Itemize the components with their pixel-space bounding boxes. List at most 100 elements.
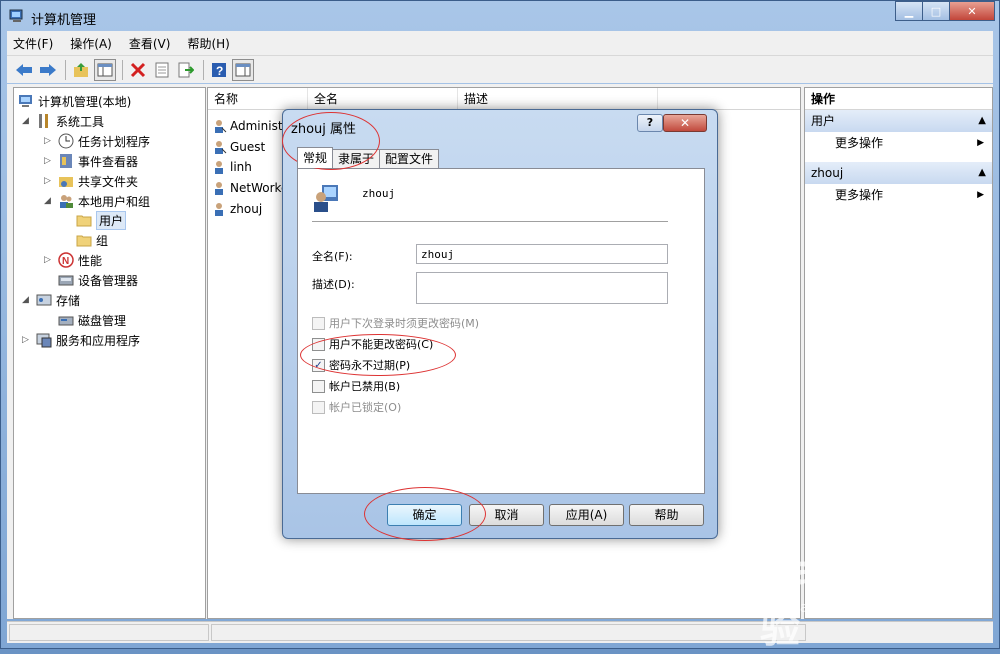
help-button[interactable]: ? [208,59,230,81]
actions-section-zhouj[interactable]: zhouj ▲ [805,162,992,184]
account-disabled-checkbox[interactable]: 帐户已禁用(B) [312,377,400,395]
delete-button[interactable] [127,59,149,81]
back-button[interactable] [13,59,35,81]
watermark-url: jingyan.baidu.com [766,600,896,616]
maximize-button[interactable]: □ [922,1,950,21]
tree-item-storage[interactable]: ◢ 存储 [22,290,80,310]
tree-item-disk-management[interactable]: 磁盘管理 [58,310,126,330]
user-properties-dialog: zhouj 属性 ? ✕ 常规 隶属于 配置文件 zhouj 全名(F): zh… [282,109,718,539]
users-icon [60,195,73,208]
folder-icon [76,235,92,247]
menu-file[interactable]: 文件(F) [13,35,53,52]
tab-general[interactable]: 常规 [297,147,334,168]
status-pane [9,624,209,641]
column-header-fullname[interactable]: 全名 [308,88,458,110]
column-header-name[interactable]: 名称 [208,88,308,110]
toolbar: ? [7,55,993,83]
list-header: 名称 全名 描述 [208,88,800,110]
menu-action[interactable]: 操作(A) [70,35,112,52]
ok-button[interactable]: 确定 [387,504,462,526]
list-item-label: zhouj [230,202,263,216]
checkbox-box[interactable] [312,337,325,351]
storage-icon [36,294,52,306]
tools-icon [39,114,48,128]
up-folder-button[interactable] [70,59,92,81]
list-item[interactable]: Guest [212,137,265,157]
tree-item-task-scheduler[interactable]: ▷ 任务计划程序 [44,131,150,151]
collapsed-arrow-icon[interactable]: ▷ [44,176,54,186]
description-label: 描述(D): [312,278,355,291]
close-button[interactable]: ✕ [949,1,995,21]
submenu-arrow-icon: ▶ [977,138,984,148]
properties-icon [155,62,169,77]
delete-x-icon [130,62,146,77]
must-change-password-checkbox: 用户下次登录时须更改密码(M) [312,314,479,332]
menu-view[interactable]: 查看(V) [129,35,171,52]
dialog-tabs: 常规 隶属于 配置文件 [297,147,440,168]
column-header-description[interactable]: 描述 [458,88,658,110]
more-actions-item[interactable]: 更多操作 ▶ [805,184,992,206]
tab-member-of[interactable]: 隶属于 [332,149,381,168]
tab-profile[interactable]: 配置文件 [379,149,440,168]
export-list-button[interactable] [175,59,197,81]
cannot-change-password-checkbox[interactable]: 用户不能更改密码(C) [312,335,433,353]
tree-item-groups[interactable]: 组 [76,230,108,250]
forward-button[interactable] [37,59,59,81]
list-item[interactable]: Administr [212,116,287,136]
account-locked-checkbox: 帐户已锁定(O) [312,398,401,416]
title-bar[interactable]: 计算机管理 ▁ □ ✕ [1,1,999,31]
collapsed-arrow-icon[interactable]: ▷ [44,136,54,146]
checkbox-box [312,400,325,414]
expanded-arrow-icon[interactable]: ◢ [22,116,32,126]
dialog-help-button[interactable]: ? [637,114,663,132]
user-icon [215,161,223,174]
collapse-triangle-icon[interactable]: ▲ [978,162,986,184]
disk-icon [58,316,74,326]
tree-item-system-tools[interactable]: ◢ 系统工具 [22,111,104,131]
properties-button[interactable] [151,59,173,81]
services-icon [36,333,52,348]
menu-help[interactable]: 帮助(H) [187,35,229,52]
password-never-expires-checkbox[interactable]: ✓ 密码永不过期(P) [312,356,410,374]
checkbox-label: 帐户已禁用(B) [329,380,401,393]
checkmark-icon[interactable]: ✓ [312,358,325,372]
cancel-button[interactable]: 取消 [469,504,544,526]
description-input[interactable] [416,272,668,304]
list-item-label: Guest [230,140,266,154]
checkbox-label: 用户下次登录时须更改密码(M) [329,317,480,330]
checkbox-label: 帐户已锁定(O) [329,401,402,414]
tree-item-local-users-groups[interactable]: ◢ 本地用户和组 [44,191,150,211]
list-item[interactable]: linh [212,157,252,177]
collapsed-arrow-icon[interactable]: ▷ [22,335,32,345]
tree-item-shared-folders[interactable]: ▷ 共享文件夹 [44,171,138,191]
expanded-arrow-icon[interactable]: ◢ [22,295,32,305]
collapsed-arrow-icon[interactable]: ▷ [44,255,54,265]
list-item[interactable]: NetWorke [212,178,288,198]
expanded-arrow-icon[interactable]: ◢ [44,196,54,206]
tree-item-services-apps[interactable]: ▷ 服务和应用程序 [22,330,140,350]
tree-root[interactable]: 计算机管理(本地) [18,91,131,111]
list-item-label: NetWorke [230,181,289,195]
collapse-triangle-icon[interactable]: ▲ [978,110,986,132]
apply-button[interactable]: 应用(A) [549,504,624,526]
show-hide-tree-button[interactable] [94,58,116,81]
show-hide-action-pane-button[interactable] [232,58,254,81]
dialog-help-text-button[interactable]: 帮助 [629,504,704,526]
tree-item-device-manager[interactable]: 设备管理器 [58,270,138,290]
collapsed-arrow-icon[interactable]: ▷ [44,156,54,166]
tree-item-users[interactable]: 用户 [76,210,127,230]
tree-item-performance[interactable]: ▷ N 性能 [44,250,102,270]
list-item[interactable]: zhouj [212,199,262,219]
tree-item-event-viewer[interactable]: ▷ 事件查看器 [44,151,138,171]
console-tree: 计算机管理(本地) ◢ 系统工具 ▷ 任务计划程序 ▷ 事件查看器 ▷ 共享文件… [13,87,206,619]
submenu-arrow-icon: ▶ [977,190,984,200]
help-icon: ? [212,62,226,78]
fullname-input[interactable]: zhouj [416,244,668,264]
tree-label: 设备管理器 [78,273,139,288]
baidu-watermark: Bai du 经验 jingyan.baidu.com [760,538,960,652]
minimize-button[interactable]: ▁ [895,1,923,21]
dialog-close-button[interactable]: ✕ [663,114,707,132]
checkbox-box[interactable] [312,379,325,393]
more-actions-item[interactable]: 更多操作 ▶ [805,132,992,154]
actions-section-users[interactable]: 用户 ▲ [805,110,992,132]
